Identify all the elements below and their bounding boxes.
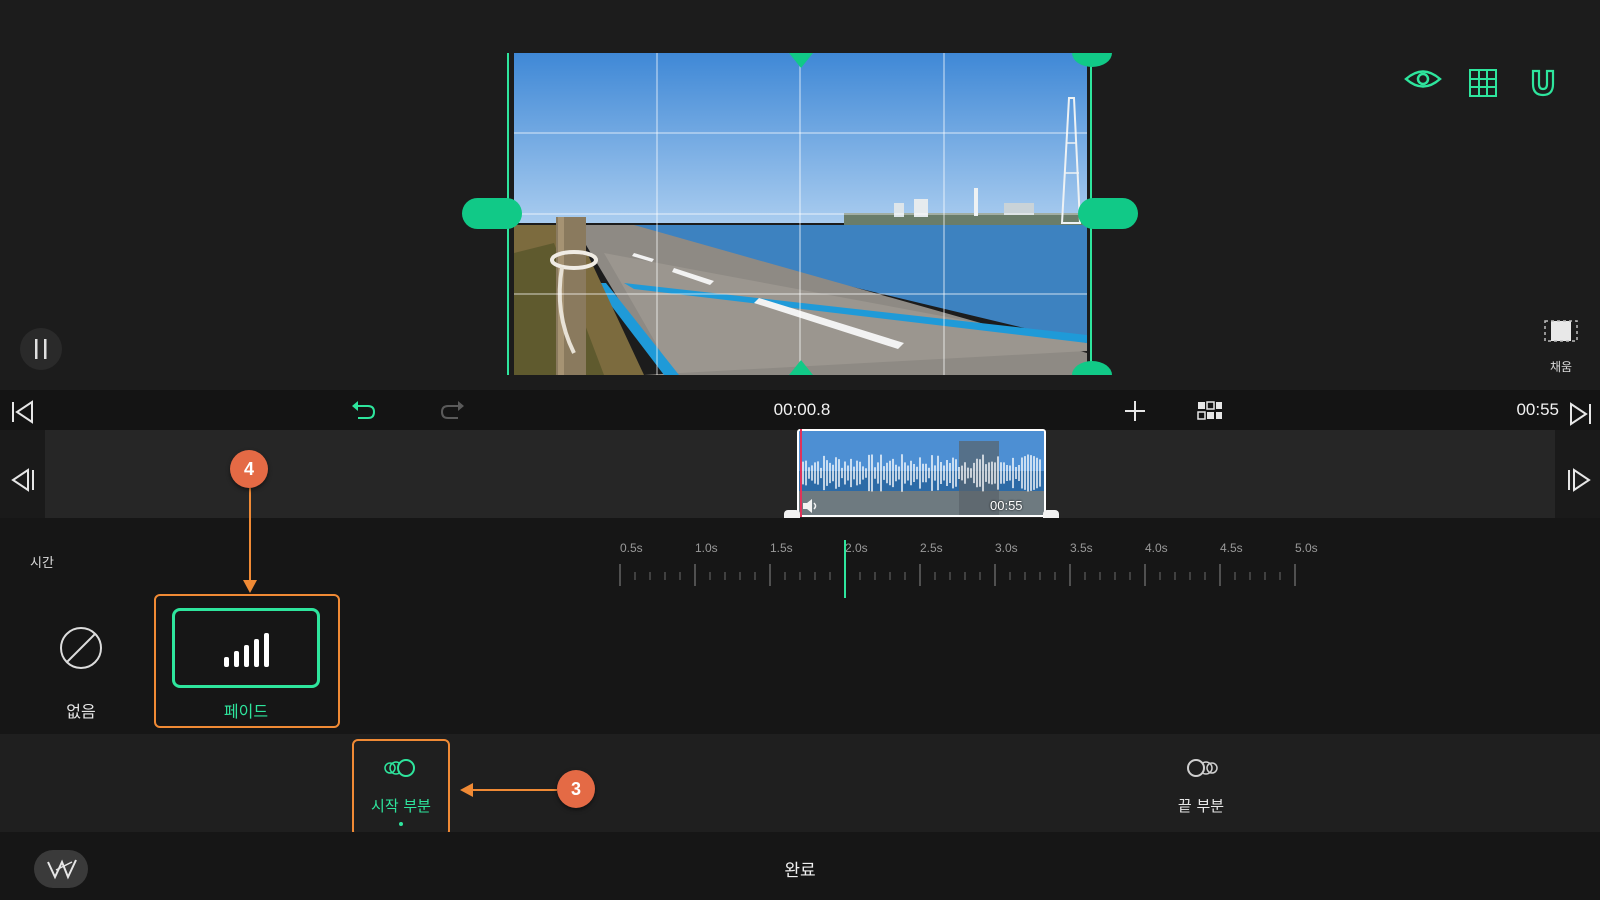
undo-button[interactable] [350, 398, 376, 422]
app-logo-icon [47, 859, 77, 880]
rotate-handle-top[interactable] [1072, 53, 1112, 67]
ruler-tick-label: 3.0s [995, 541, 1018, 555]
prev-frame-icon [11, 468, 34, 492]
preview-toggle-button[interactable] [1404, 66, 1442, 92]
crop-handle-top[interactable] [789, 53, 813, 69]
eye-icon [1404, 70, 1442, 88]
option-none[interactable]: 없음 [50, 620, 112, 730]
redo-button[interactable] [440, 398, 466, 422]
annotation-arrow-left [460, 783, 557, 797]
grid-toggle-button[interactable] [1468, 68, 1498, 98]
layout-button[interactable] [1197, 400, 1223, 422]
fill-button[interactable] [1543, 318, 1579, 346]
annotation-badge-4: 4 [230, 450, 268, 488]
rotate-handle-bottom[interactable] [1072, 361, 1112, 375]
next-frame-icon [1568, 468, 1591, 492]
annotation-badge-3: 3 [557, 770, 595, 808]
plus-icon [1125, 401, 1145, 421]
annotation-highlight-start [352, 739, 450, 837]
annotation-arrow-down [243, 488, 257, 593]
crop-handle-bottom[interactable] [789, 360, 813, 375]
ruler-tick-label: 1.0s [695, 541, 718, 555]
fill-icon [1544, 320, 1578, 342]
ruler-tick-label: 5.0s [1295, 541, 1318, 555]
app-logo-button[interactable] [34, 850, 88, 888]
crop-handle-left[interactable] [462, 198, 522, 229]
ruler-tick-label: 2.5s [920, 541, 943, 555]
current-time: 00:00.8 [773, 400, 831, 419]
annotation-highlight-fade [154, 594, 340, 728]
tab-end-label: 끝 부분 [1177, 797, 1225, 815]
undo-icon [352, 401, 376, 419]
magnet-icon [1531, 69, 1555, 97]
redo-icon [440, 401, 464, 419]
clip-duration: 00:55 [990, 498, 1023, 513]
grid-icon [1469, 69, 1497, 97]
jump-to-start-button[interactable] [10, 400, 36, 424]
previous-frame-button[interactable] [10, 468, 36, 492]
ruler-tick-label: 3.5s [1070, 541, 1093, 555]
clip-trim-handle-left[interactable] [784, 510, 800, 518]
fade-out-icon [1187, 759, 1218, 777]
jump-to-end-button[interactable] [1568, 402, 1594, 426]
pause-icon [35, 339, 47, 359]
video-preview[interactable] [514, 53, 1087, 375]
section-label-time: 시간 [30, 556, 54, 571]
ruler-tick-label: 4.5s [1220, 541, 1243, 555]
skip-end-icon [1570, 402, 1591, 426]
video-frame-image [514, 53, 1087, 375]
ruler-tick-label: 2.0s [845, 541, 868, 555]
none-icon [60, 627, 102, 669]
pause-button[interactable] [20, 328, 62, 370]
skip-start-icon [12, 400, 33, 424]
volume-icon [802, 499, 820, 513]
ruler-tick-label: 0.5s [620, 541, 643, 555]
done-button[interactable]: 완료 [740, 856, 860, 881]
duration-ruler[interactable]: 0.5s 1.0s 1.5s 2.0s 2.5s 3.0s 3.5s 4.0s 4.5s 5.0s [610, 540, 1330, 600]
ruler-tick-label: 1.5s [770, 541, 793, 555]
clip-trim-handle-right[interactable] [1043, 510, 1059, 518]
grid-layout-icon [1197, 401, 1222, 420]
snap-magnet-button[interactable] [1528, 68, 1558, 98]
option-none-label: 없음 [66, 702, 96, 721]
ruler-tick-label: 4.0s [1145, 541, 1168, 555]
add-button[interactable] [1123, 399, 1147, 423]
next-frame-button[interactable] [1566, 468, 1592, 492]
fade-position-tabs [0, 734, 1600, 832]
fill-label: 채움 [1549, 360, 1573, 374]
crop-handle-right[interactable] [1078, 198, 1138, 229]
tab-end[interactable]: 끝 부분 [1152, 739, 1250, 837]
total-time: 00:55 [1516, 400, 1559, 419]
